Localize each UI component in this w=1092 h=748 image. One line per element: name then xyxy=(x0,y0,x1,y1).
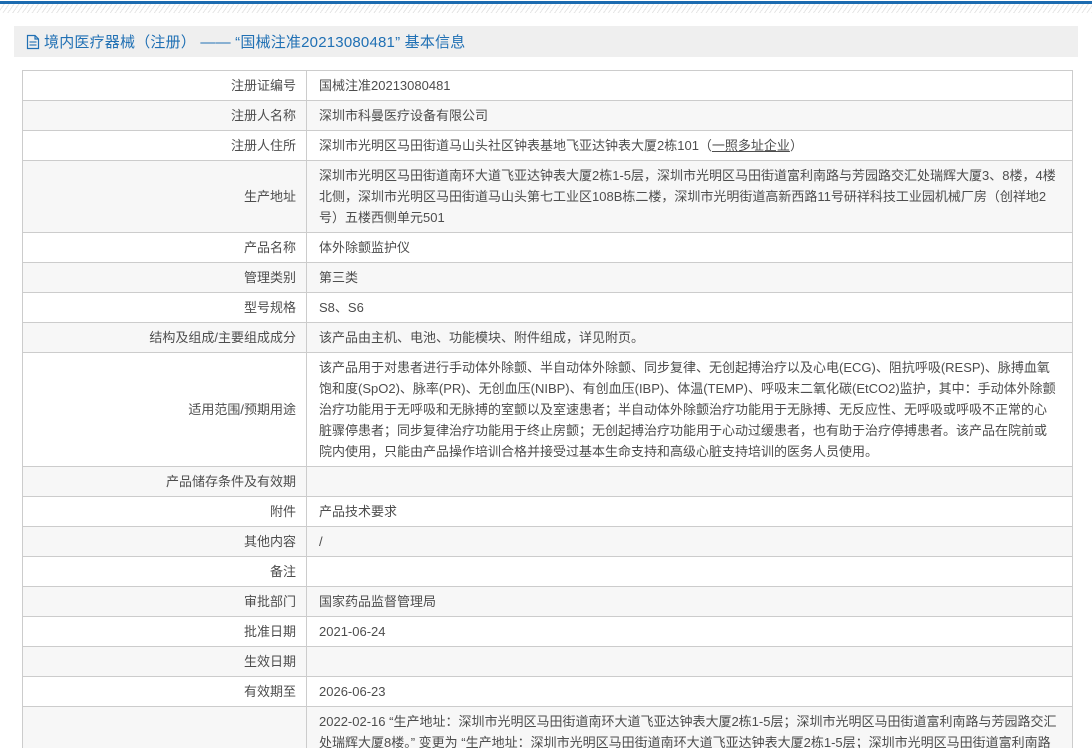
remarks-label: 备注 xyxy=(22,556,307,587)
registration-info-table: 注册证编号 国械注准20213080481 注册人名称 深圳市科曼医疗设备有限公… xyxy=(22,70,1073,748)
table-row: 有效期至 2026-06-23 xyxy=(22,676,1073,707)
table-row: 备注 xyxy=(22,556,1073,587)
approval-date-label: 批准日期 xyxy=(22,616,307,647)
production-address-value: 深圳市光明区马田街道南环大道飞亚达钟表大厦2栋1-5层，深圳市光明区马田街道富利… xyxy=(306,160,1073,233)
table-row: 注册证编号 国械注准20213080481 xyxy=(22,70,1073,101)
table-row: 产品储存条件及有效期 xyxy=(22,466,1073,497)
registrant-name-label: 注册人名称 xyxy=(22,100,307,131)
structure-composition-label: 结构及组成/主要组成成分 xyxy=(22,322,307,353)
production-address-label: 生产地址 xyxy=(22,160,307,233)
document-icon xyxy=(26,34,40,50)
structure-composition-value: 该产品由主机、电池、功能模块、附件组成，详见附页。 xyxy=(306,322,1073,353)
other-content-value: / xyxy=(306,526,1073,557)
table-row: 管理类别 第三类 xyxy=(22,262,1073,293)
change-record-label xyxy=(22,706,307,748)
approval-department-label: 审批部门 xyxy=(22,586,307,617)
reg-cert-number-label: 注册证编号 xyxy=(22,70,307,101)
valid-until-label: 有效期至 xyxy=(22,676,307,707)
model-spec-label: 型号规格 xyxy=(22,292,307,323)
table-row: 结构及组成/主要组成成分 该产品由主机、电池、功能模块、附件组成，详见附页。 xyxy=(22,322,1073,353)
storage-conditions-value xyxy=(306,466,1073,497)
product-name-value: 体外除颤监护仪 xyxy=(306,232,1073,263)
registrant-address-text: 深圳市光明区马田街道马山头社区钟表基地飞亚达钟表大厦2栋101（ xyxy=(319,138,712,153)
registrant-name-value: 深圳市科曼医疗设备有限公司 xyxy=(306,100,1073,131)
hatched-divider xyxy=(0,4,1092,13)
table-row: 2022-02-16 “生产地址：深圳市光明区马田街道南环大道飞亚达钟表大厦2栋… xyxy=(22,706,1073,748)
intended-use-value: 该产品用于对患者进行手动体外除颤、半自动体外除颤、同步复律、无创起搏治疗以及心电… xyxy=(306,352,1073,467)
attachments-label: 附件 xyxy=(22,496,307,527)
table-row: 批准日期 2021-06-24 xyxy=(22,616,1073,647)
table-row: 生产地址 深圳市光明区马田街道南环大道飞亚达钟表大厦2栋1-5层，深圳市光明区马… xyxy=(22,160,1073,233)
table-row: 附件 产品技术要求 xyxy=(22,496,1073,527)
effective-date-label: 生效日期 xyxy=(22,646,307,677)
table-row: 注册人名称 深圳市科曼医疗设备有限公司 xyxy=(22,100,1073,131)
table-row: 适用范围/预期用途 该产品用于对患者进行手动体外除颤、半自动体外除颤、同步复律、… xyxy=(22,352,1073,467)
management-category-label: 管理类别 xyxy=(22,262,307,293)
page-title-bar: 境内医疗器械（注册） —— “国械注准20213080481” 基本信息 xyxy=(14,26,1078,57)
table-row: 型号规格 S8、S6 xyxy=(22,292,1073,323)
intended-use-label: 适用范围/预期用途 xyxy=(22,352,307,467)
table-row: 生效日期 xyxy=(22,646,1073,677)
reg-cert-number-value: 国械注准20213080481 xyxy=(306,70,1073,101)
page-title: 境内医疗器械（注册） —— “国械注准20213080481” 基本信息 xyxy=(44,34,466,51)
product-name-label: 产品名称 xyxy=(22,232,307,263)
table-row: 产品名称 体外除颤监护仪 xyxy=(22,232,1073,263)
approval-date-value: 2021-06-24 xyxy=(306,616,1073,647)
table-row: 注册人住所 深圳市光明区马田街道马山头社区钟表基地飞亚达钟表大厦2栋101（一照… xyxy=(22,130,1073,161)
remarks-value xyxy=(306,556,1073,587)
table-row: 审批部门 国家药品监督管理局 xyxy=(22,586,1073,617)
attachments-value: 产品技术要求 xyxy=(306,496,1073,527)
registrant-address-value: 深圳市光明区马田街道马山头社区钟表基地飞亚达钟表大厦2栋101（一照多址企业） xyxy=(306,130,1073,161)
management-category-value: 第三类 xyxy=(306,262,1073,293)
model-spec-value: S8、S6 xyxy=(306,292,1073,323)
change-record-value: 2022-02-16 “生产地址：深圳市光明区马田街道南环大道飞亚达钟表大厦2栋… xyxy=(306,706,1073,748)
table-row: 其他内容 / xyxy=(22,526,1073,557)
registrant-address-text-close: ） xyxy=(789,138,803,153)
registrant-address-label: 注册人住所 xyxy=(22,130,307,161)
effective-date-value xyxy=(306,646,1073,677)
approval-department-value: 国家药品监督管理局 xyxy=(306,586,1073,617)
valid-until-value: 2026-06-23 xyxy=(306,676,1073,707)
other-content-label: 其他内容 xyxy=(22,526,307,557)
multi-address-enterprise-link[interactable]: 一照多址企业 xyxy=(712,138,790,153)
storage-conditions-label: 产品储存条件及有效期 xyxy=(22,466,307,497)
